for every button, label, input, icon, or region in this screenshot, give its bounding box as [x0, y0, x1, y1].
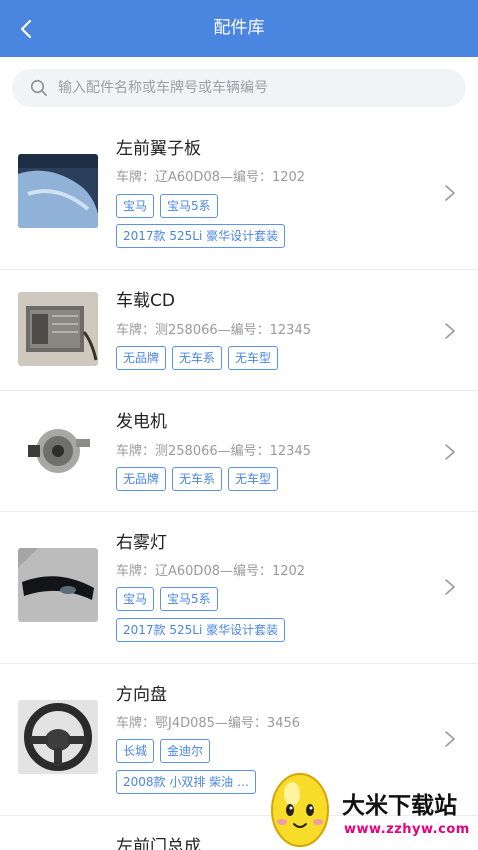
- back-button[interactable]: [12, 12, 46, 46]
- part-list-item[interactable]: 方向盘车牌：鄂J4D085—编号：3456 长城 金迪尔 2008款 小双排 柴油 …: [0, 664, 478, 816]
- chevron-right-icon: [444, 443, 456, 461]
- page-title: 配件库: [213, 18, 265, 38]
- chevron-right-icon: [444, 730, 456, 748]
- part-tag: 长城: [116, 739, 155, 763]
- part-thumbnail: [18, 292, 98, 366]
- search-bar[interactable]: [12, 69, 466, 107]
- part-tag: 2017款 525Li 豪华设计套装: [116, 618, 286, 642]
- part-thumbnail: [18, 548, 98, 622]
- part-tag: 宝马: [116, 587, 155, 611]
- search-input[interactable]: [58, 69, 458, 107]
- part-tag: 金迪尔: [160, 739, 211, 763]
- part-name: 发电机: [116, 412, 167, 432]
- search-icon: [30, 79, 47, 96]
- part-thumbnail: [18, 700, 98, 774]
- part-tag: 无品牌: [116, 346, 167, 370]
- part-plate-number: 车牌：测258066—编号：12345: [116, 323, 311, 338]
- part-tag: 宝马: [116, 194, 155, 218]
- chevron-right-icon: [444, 184, 456, 202]
- part-tags: 无品牌 无车系 无车型: [116, 346, 284, 370]
- app-header: 配件库: [0, 0, 478, 57]
- part-tag: 无车系: [172, 346, 223, 370]
- part-name: 车载CD: [116, 291, 175, 311]
- part-tag: 无车系: [172, 467, 223, 491]
- part-plate-number: 车牌：辽A60D08—编号：1202: [116, 564, 306, 579]
- part-tag: 无车型: [228, 346, 279, 370]
- part-tag: 无车型: [228, 467, 279, 491]
- part-list-item[interactable]: 右雾灯车牌：辽A60D08—编号：1202 宝马 宝马5系 2017款 525Li 豪…: [0, 512, 478, 664]
- part-thumbnail: [18, 154, 98, 228]
- part-tag: 2017款 525Li 豪华设计套装: [116, 224, 286, 248]
- part-thumbnail: [18, 413, 98, 487]
- chevron-left-icon: [20, 19, 32, 39]
- part-tags: 宝马 宝马5系: [116, 194, 224, 218]
- part-tags: 2017款 525Li 豪华设计套装: [116, 618, 291, 642]
- part-plate-number: 车牌：辽A60D08—编号：1202: [116, 170, 306, 185]
- part-tag: 宝马5系: [160, 194, 218, 218]
- part-tags: 2017款 525Li 豪华设计套装: [116, 224, 291, 248]
- chevron-right-icon: [444, 578, 456, 596]
- part-list-item[interactable]: 发电机车牌：测258066—编号：12345 无品牌 无车系 无车型: [0, 391, 478, 512]
- part-list-item[interactable]: 左前门总成: [0, 816, 478, 850]
- part-tags: 宝马 宝马5系: [116, 587, 224, 611]
- part-tags: 2008款 小双排 柴油 …: [116, 770, 262, 794]
- part-tags: 长城 金迪尔: [116, 739, 216, 763]
- part-name: 方向盘: [116, 685, 167, 705]
- part-tags: 无品牌 无车系 无车型: [116, 467, 284, 491]
- part-list-item[interactable]: 车载CD 车牌：测258066—编号：12345 无品牌 无车系 无车型: [0, 270, 478, 391]
- part-name: 右雾灯: [116, 533, 167, 553]
- part-tag: 宝马5系: [160, 587, 218, 611]
- chevron-right-icon: [444, 322, 456, 340]
- part-list-item[interactable]: 左前翼子板车牌：辽A60D08—编号：1202 宝马 宝马5系 2017款 525Li…: [0, 118, 478, 270]
- part-name: 左前门总成: [116, 837, 201, 850]
- part-plate-number: 车牌：测258066—编号：12345: [116, 444, 311, 459]
- part-tag: 无品牌: [116, 467, 167, 491]
- part-name: 左前翼子板: [116, 139, 201, 159]
- part-plate-number: 车牌：鄂J4D085—编号：3456: [116, 716, 301, 731]
- part-tag: 2008款 小双排 柴油 …: [116, 770, 256, 794]
